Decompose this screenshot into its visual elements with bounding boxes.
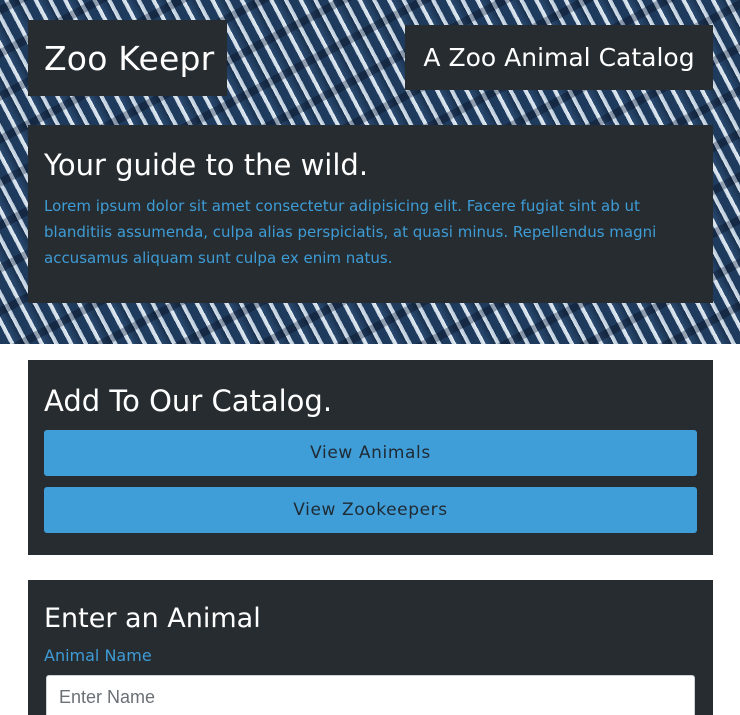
animal-form-panel: Enter an Animal Animal Name bbox=[28, 580, 713, 715]
view-animals-button[interactable]: View Animals bbox=[44, 430, 697, 476]
tagline-text: A Zoo Animal Catalog bbox=[423, 43, 695, 72]
intro-heading: Your guide to the wild. bbox=[44, 148, 369, 182]
intro-panel: Your guide to the wild. Lorem ipsum dolo… bbox=[28, 125, 713, 303]
catalog-panel: Add To Our Catalog. View Animals View Zo… bbox=[28, 360, 713, 555]
brand-title: Zoo Keepr bbox=[44, 38, 215, 78]
animal-form-heading: Enter an Animal bbox=[44, 603, 261, 634]
intro-body: Lorem ipsum dolor sit amet consectetur a… bbox=[44, 197, 657, 267]
site-tagline: A Zoo Animal Catalog bbox=[405, 25, 713, 90]
view-zookeepers-button[interactable]: View Zookeepers bbox=[44, 487, 697, 533]
catalog-heading: Add To Our Catalog. bbox=[44, 384, 333, 418]
brand-logo[interactable]: Zoo Keepr bbox=[28, 20, 227, 96]
animal-name-input[interactable] bbox=[46, 675, 695, 715]
animal-name-label: Animal Name bbox=[44, 646, 152, 665]
